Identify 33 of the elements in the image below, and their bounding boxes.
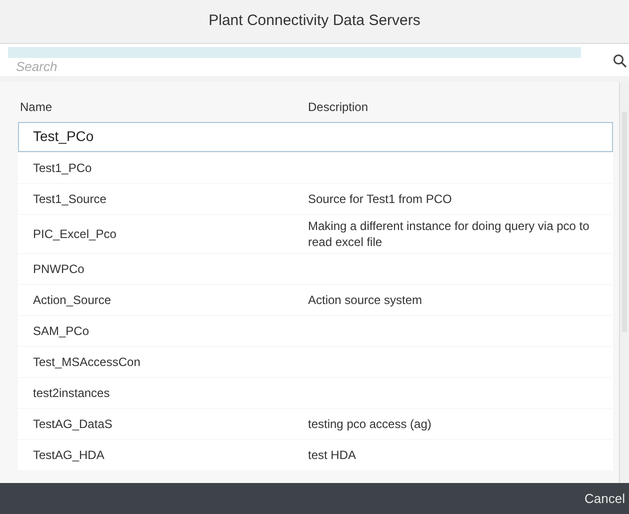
table-cell: Test_PCo: [33, 128, 94, 144]
table-row[interactable]: Test1_PCo: [18, 153, 613, 183]
table-cell: Test1_PCo: [33, 161, 92, 175]
table-row[interactable]: TestAG_HDA test HDA: [18, 440, 613, 470]
table-row[interactable]: PNWPCo: [18, 254, 613, 284]
table-cell: Action source system: [308, 293, 422, 307]
table-cell: Test_MSAccessCon: [33, 355, 140, 369]
search-icon[interactable]: [613, 54, 627, 68]
table-row[interactable]: PIC_Excel_Pco Making a different instance for doing query via pco to read excel file: [18, 215, 613, 253]
table-row[interactable]: test2instances: [18, 378, 613, 408]
table-row[interactable]: Action_Source Action source system: [18, 285, 613, 315]
column-header: Name: [20, 100, 52, 114]
table-row[interactable]: Test_PCo: [18, 122, 613, 152]
dialog-title: Plant Connectivity Data Servers: [208, 11, 420, 32]
table-cell: TestAG_DataS: [33, 417, 112, 431]
table-row[interactable]: SAM_PCo: [18, 316, 613, 346]
table-row[interactable]: Test1_Source Source for Test1 from PCO: [18, 184, 613, 214]
table-cell: test2instances: [33, 386, 110, 400]
table-cell: PNWPCo: [33, 262, 84, 276]
table-cell: Action_Source: [33, 293, 112, 307]
table-row[interactable]: Test_MSAccessCon: [18, 347, 613, 377]
table-cell: TestAG_HDA: [33, 448, 104, 462]
table-cell: SAM_PCo: [33, 324, 90, 338]
table-cell: test HDA: [308, 448, 356, 462]
scrollbar[interactable]: [619, 82, 629, 483]
table-cell: PIC_Excel_Pco: [33, 227, 116, 241]
table-cell: testing pco access (ag): [308, 417, 432, 431]
table-row[interactable]: TestAG_DataS testing pco access (ag): [18, 409, 613, 439]
table-cell: Making a different instance for doing query via pco to read excel file: [308, 219, 590, 249]
cancel-button[interactable]: Cancel: [582, 488, 627, 508]
table-cell: Source for Test1 from PCO: [308, 192, 452, 206]
table-cell: Test1_Source: [33, 192, 106, 206]
column-header: Description: [308, 100, 368, 114]
